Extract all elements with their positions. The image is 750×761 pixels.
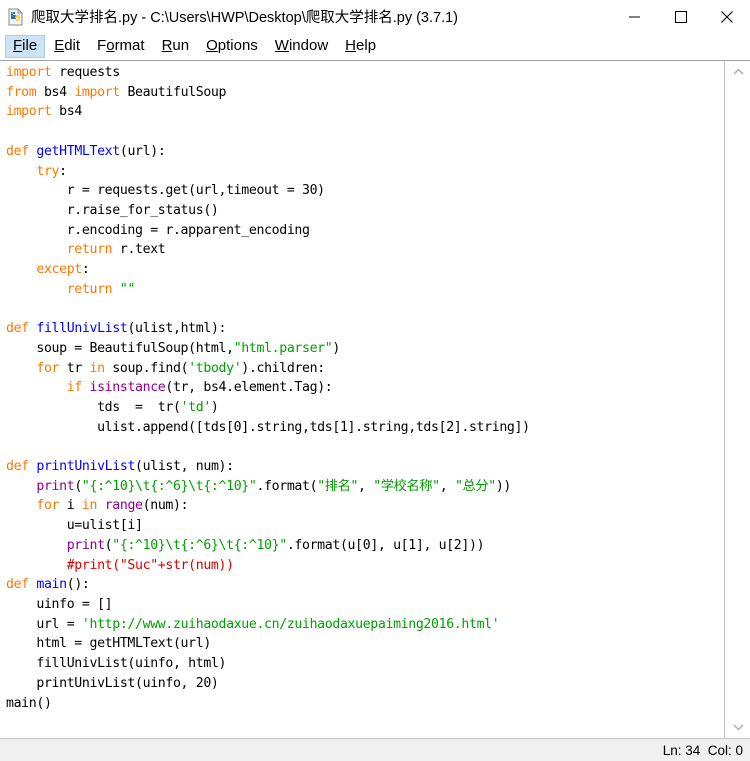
- menu-options[interactable]: Options: [198, 35, 266, 58]
- status-bar: Ln: 34 Col: 0: [0, 738, 750, 761]
- menu-edit[interactable]: Edit: [46, 35, 88, 58]
- window-controls: [612, 0, 750, 33]
- menu-file[interactable]: File: [5, 35, 46, 58]
- close-button[interactable]: [704, 0, 750, 33]
- idle-editor-window: 爬取大学排名.py - C:\Users\HWP\Desktop\爬取大学排名.…: [0, 0, 750, 761]
- python-file-icon: [7, 7, 25, 26]
- close-icon: [721, 10, 733, 23]
- window-title: 爬取大学排名.py - C:\Users\HWP\Desktop\爬取大学排名.…: [31, 10, 459, 26]
- chevron-down-icon: [732, 724, 744, 731]
- editor-area: import requests from bs4 import Beautifu…: [0, 60, 750, 738]
- vertical-scrollbar[interactable]: [725, 61, 750, 738]
- scroll-down-button[interactable]: [726, 716, 750, 738]
- menu-window[interactable]: Window: [267, 35, 336, 58]
- menu-format[interactable]: Format: [89, 35, 153, 58]
- source-code[interactable]: import requests from bs4 import Beautifu…: [6, 63, 724, 713]
- scroll-up-button[interactable]: [726, 61, 750, 83]
- minimize-icon: [629, 16, 640, 17]
- menu-bar: File Edit Format Run Options Window Help: [0, 33, 750, 60]
- scrollbar-track[interactable]: [726, 83, 750, 716]
- minimize-button[interactable]: [612, 0, 658, 33]
- chevron-up-icon: [732, 68, 744, 75]
- maximize-button[interactable]: [658, 0, 704, 33]
- title-bar[interactable]: 爬取大学排名.py - C:\Users\HWP\Desktop\爬取大学排名.…: [0, 0, 750, 33]
- code-text-area[interactable]: import requests from bs4 import Beautifu…: [0, 61, 725, 738]
- maximize-icon: [675, 10, 687, 23]
- menu-run[interactable]: Run: [154, 35, 198, 58]
- menu-help[interactable]: Help: [337, 35, 384, 58]
- cursor-position-indicator: Ln: 34 Col: 0: [662, 742, 743, 758]
